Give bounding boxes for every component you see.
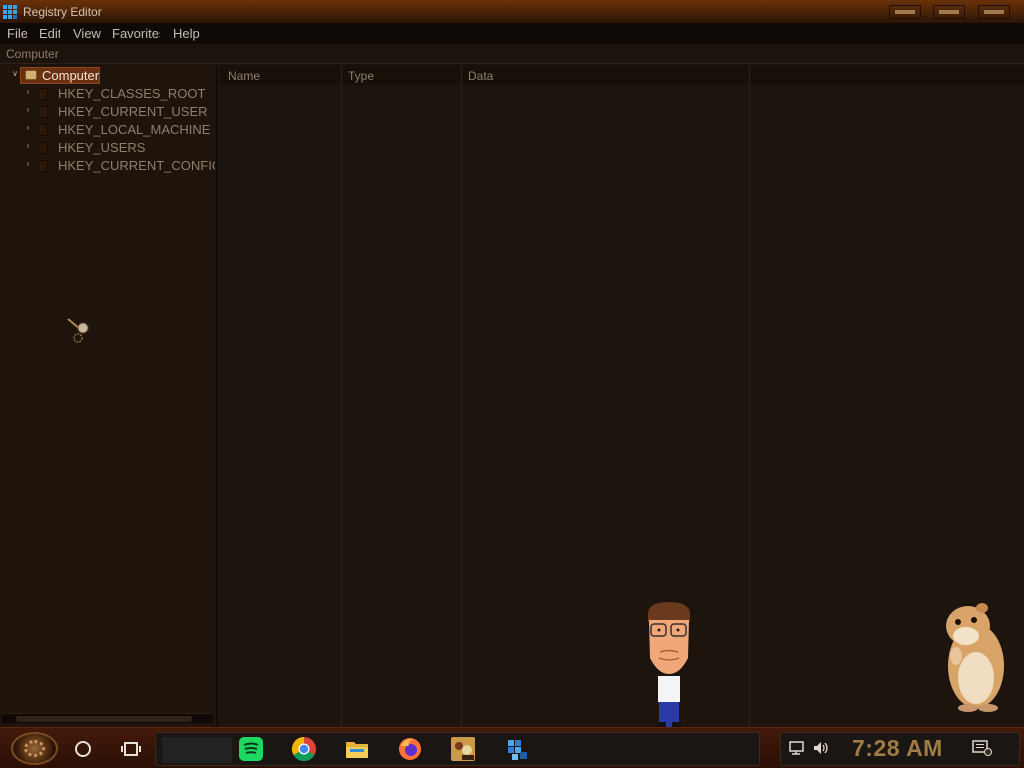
tree-node-hkey-users[interactable]: › HKEY_USERS — [0, 139, 215, 156]
cartoon-man-image — [648, 602, 690, 728]
title-bar: Registry Editor — [0, 0, 1024, 24]
column-header-type[interactable]: Type — [348, 69, 374, 83]
steampunk-cursor-icon — [67, 318, 89, 343]
tree-node-hkey-local-machine[interactable]: › HKEY_LOCAL_MACHINE — [0, 121, 215, 138]
taskbar-clock[interactable]: 7:28 AM — [852, 735, 943, 762]
column-divider[interactable] — [341, 65, 342, 727]
scrollbar-thumb[interactable] — [16, 716, 192, 722]
tree-node-label[interactable]: HKEY_CURRENT_USER — [58, 104, 208, 119]
dancing-hamster-image — [946, 603, 1004, 712]
firefox-icon[interactable] — [397, 736, 423, 762]
spotify-icon[interactable] — [238, 736, 264, 762]
menu-bar: File Edit View Favorites Help — [0, 24, 1024, 44]
column-header-data[interactable]: Data — [468, 69, 493, 83]
tree-node-computer[interactable]: ∨ Computer — [0, 67, 210, 84]
volume-icon[interactable] — [812, 740, 830, 756]
expand-chevron-icon[interactable]: › — [24, 106, 32, 114]
tree-horizontal-scrollbar[interactable] — [2, 713, 213, 723]
menu-edit[interactable]: Edit — [39, 26, 60, 41]
expand-chevron-icon[interactable]: › — [24, 142, 32, 150]
expand-chevron-icon[interactable]: › — [24, 124, 32, 132]
menu-view[interactable]: View — [73, 26, 101, 41]
column-divider[interactable] — [749, 65, 750, 727]
tree-node-label[interactable]: HKEY_CLASSES_ROOT — [58, 86, 205, 101]
notifications-icon[interactable] — [972, 740, 994, 756]
folder-icon — [38, 160, 48, 172]
steampunk-gear-icon — [24, 740, 45, 757]
cortana-circle-icon[interactable] — [75, 741, 91, 757]
menu-help[interactable]: Help — [173, 26, 201, 41]
tree-node-hkey-current-user[interactable]: › HKEY_CURRENT_USER — [0, 103, 215, 120]
registry-editor-icon[interactable] — [504, 736, 530, 762]
tree-node-label[interactable]: HKEY_USERS — [58, 140, 145, 155]
collapse-chevron-icon[interactable]: ∨ — [11, 70, 19, 78]
minimize-button[interactable] — [889, 5, 921, 19]
folder-icon — [38, 106, 48, 118]
address-path[interactable]: Computer — [6, 47, 59, 61]
values-list-pane[interactable]: Name Type Data — [220, 65, 1024, 727]
file-explorer-icon[interactable] — [344, 736, 370, 762]
folder-icon — [38, 142, 48, 154]
chrome-icon[interactable] — [291, 736, 317, 762]
task-view-icon[interactable] — [121, 740, 141, 758]
column-divider[interactable] — [461, 65, 462, 727]
taskbar-empty-slot — [162, 737, 232, 763]
tree-node-hkey-classes-root[interactable]: › HKEY_CLASSES_ROOT — [0, 85, 215, 102]
menu-favorites[interactable]: Favorites — [112, 26, 160, 41]
column-header-name[interactable]: Name — [228, 69, 260, 83]
tree-node-label[interactable]: Computer — [42, 68, 99, 83]
tree-node-label[interactable]: HKEY_CURRENT_CONFIG — [58, 158, 215, 173]
registry-editor-icon — [3, 5, 17, 19]
folder-icon — [38, 124, 48, 136]
computer-icon — [25, 70, 37, 80]
close-button[interactable] — [978, 5, 1010, 19]
expand-chevron-icon[interactable]: › — [24, 160, 32, 168]
key-tree-pane[interactable]: ∨ Computer › HKEY_CLASSES_ROOT › HKEY_CU… — [0, 65, 217, 727]
start-button[interactable] — [11, 732, 58, 765]
folder-icon — [38, 88, 48, 100]
tree-node-label[interactable]: HKEY_LOCAL_MACHINE — [58, 122, 210, 137]
maximize-button[interactable] — [933, 5, 965, 19]
taskbar: 7:28 AM — [0, 727, 1024, 768]
window-title: Registry Editor — [23, 5, 102, 19]
address-bar[interactable]: Computer — [0, 44, 1024, 64]
menu-file[interactable]: File — [7, 26, 27, 41]
game-icon[interactable] — [450, 736, 476, 762]
tree-node-hkey-current-config[interactable]: › HKEY_CURRENT_CONFIG — [0, 157, 215, 174]
network-icon[interactable] — [788, 740, 806, 756]
expand-chevron-icon[interactable]: › — [24, 88, 32, 96]
